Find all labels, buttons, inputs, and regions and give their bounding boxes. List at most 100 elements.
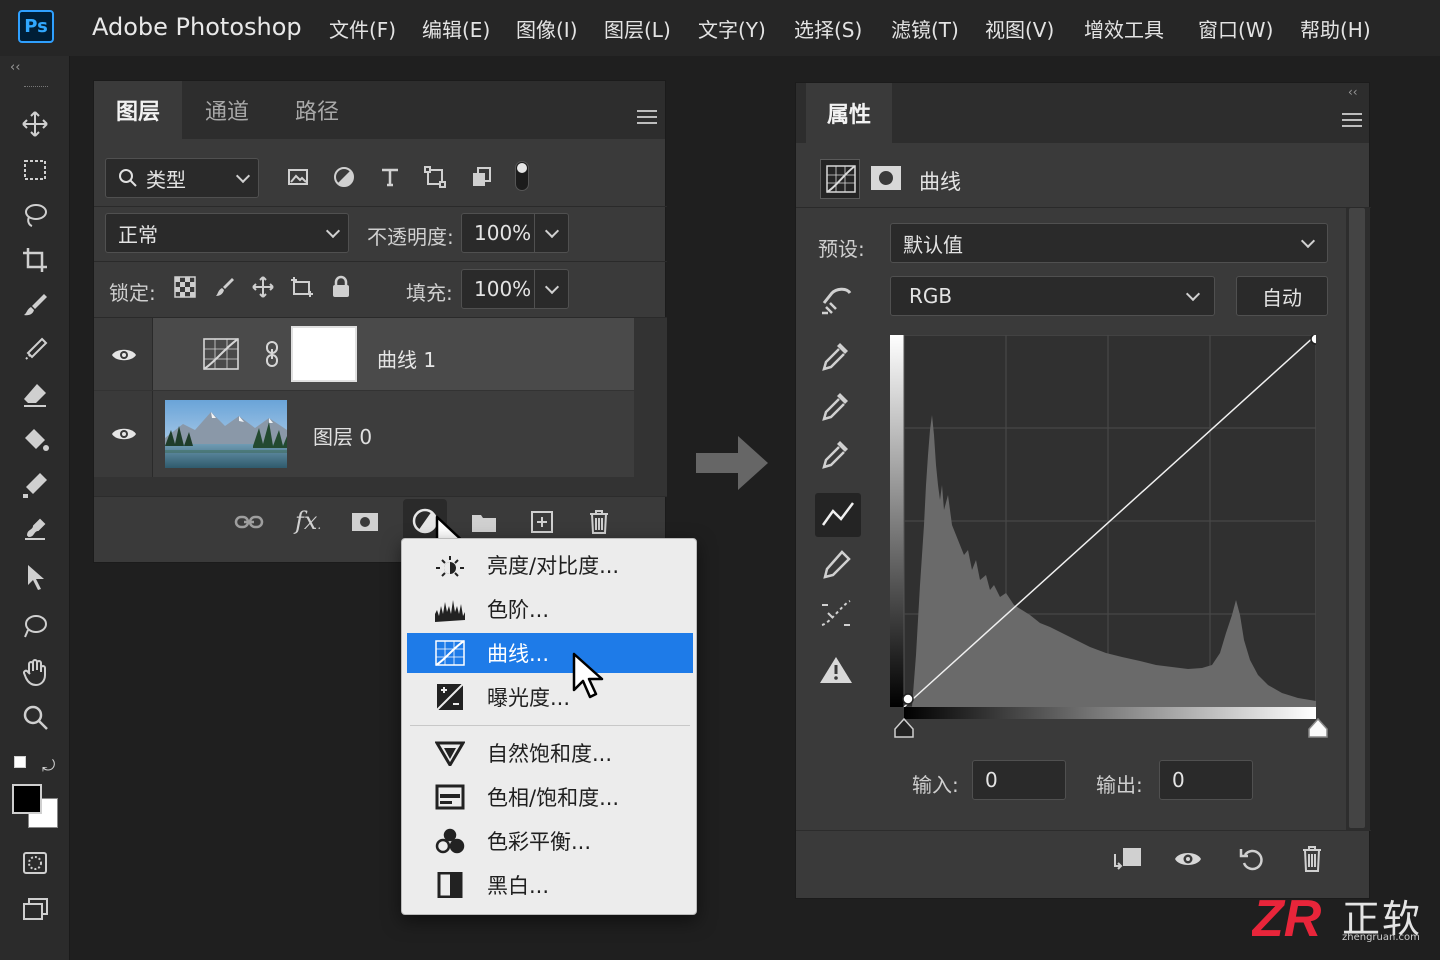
menu-item-black-white[interactable]: 黑白... <box>407 865 693 905</box>
eyedropper-white-icon[interactable] <box>820 437 852 473</box>
menu-item-exposure[interactable]: 曝光度... <box>407 677 693 717</box>
move-tool-icon[interactable] <box>16 106 54 142</box>
healing-brush-tool-icon[interactable] <box>16 332 54 368</box>
toolbar-collapse-button[interactable]: ‹‹ <box>10 60 20 75</box>
tab-properties[interactable]: 属性 <box>806 83 892 143</box>
pencil-draw-icon[interactable] <box>820 549 852 583</box>
layer-name[interactable]: 曲线 1 <box>377 344 436 373</box>
trash-icon[interactable] <box>1301 845 1323 873</box>
targeted-adjustment-icon[interactable] <box>820 283 856 317</box>
output-field[interactable]: 0 <box>1159 760 1253 800</box>
menu-window[interactable]: 窗口(W) <box>1198 14 1273 43</box>
layer-thumbnail-landscape[interactable] <box>165 400 287 468</box>
input-field[interactable]: 0 <box>972 760 1066 800</box>
swap-colors-icon[interactable]: ⤾ <box>42 756 55 776</box>
eyedropper-gray-icon[interactable] <box>820 389 852 425</box>
foreground-color-swatch[interactable] <box>12 784 42 814</box>
panel-menu-icon[interactable] <box>637 110 657 124</box>
curves-graph[interactable] <box>890 333 1322 708</box>
trash-icon[interactable] <box>588 509 610 535</box>
type-filter-icon[interactable] <box>378 165 402 189</box>
image-filter-icon[interactable] <box>286 165 310 189</box>
white-point-slider[interactable] <box>1306 717 1330 739</box>
menu-item-curves[interactable]: 曲线... <box>407 633 693 673</box>
visibility-icon[interactable] <box>1174 850 1202 868</box>
filter-toggle[interactable] <box>515 161 529 191</box>
stamp-tool-icon[interactable] <box>16 512 54 548</box>
gradient-tool-icon[interactable] <box>16 467 54 503</box>
brush-tool-icon[interactable] <box>16 287 54 323</box>
smooth-curve-icon[interactable] <box>820 599 852 629</box>
layer-filter-select[interactable]: 类型 <box>105 158 259 198</box>
menu-plugins[interactable]: 增效工具 <box>1084 14 1164 43</box>
tab-paths[interactable]: 路径 <box>272 81 362 139</box>
default-colors-icon[interactable] <box>14 756 26 768</box>
tab-channels[interactable]: 通道 <box>182 81 272 139</box>
path-selection-tool-icon[interactable] <box>16 559 54 595</box>
menu-select[interactable]: 选择(S) <box>794 14 862 43</box>
menu-filter[interactable]: 滤镜(T) <box>891 14 959 43</box>
lock-artboard-icon[interactable] <box>290 276 314 298</box>
warning-icon[interactable] <box>818 655 854 685</box>
hand-tool-icon[interactable] <box>16 654 54 690</box>
preset-value: 默认值 <box>903 232 963 257</box>
curves-adjustment-tab[interactable] <box>820 159 860 199</box>
menu-type[interactable]: 文字(Y) <box>698 14 766 43</box>
preset-select[interactable]: 默认值 <box>890 223 1328 263</box>
properties-scrollbar[interactable] <box>1346 208 1370 831</box>
reset-icon[interactable] <box>1238 845 1266 873</box>
panel-menu-icon[interactable] <box>1342 113 1362 127</box>
eraser-tool-icon[interactable] <box>16 377 54 413</box>
paint-bucket-tool-icon[interactable] <box>16 422 54 458</box>
edit-points-tool[interactable] <box>815 493 861 537</box>
menu-item-color-balance[interactable]: 色彩平衡... <box>407 821 693 861</box>
menu-layer[interactable]: 图层(L) <box>604 14 671 43</box>
smart-object-filter-icon[interactable] <box>469 165 493 189</box>
opacity-input[interactable]: 100% <box>461 213 569 253</box>
screen-mode-icon[interactable] <box>16 891 54 927</box>
lock-transparency-icon[interactable] <box>174 276 196 298</box>
lock-pixels-icon[interactable] <box>214 276 236 298</box>
mask-properties-icon[interactable] <box>870 165 902 191</box>
group-icon[interactable] <box>471 511 497 533</box>
zoom-tool-icon[interactable] <box>16 699 54 735</box>
curves-graph-canvas[interactable] <box>890 333 1322 708</box>
fx-icon[interactable]: fx. <box>295 507 321 535</box>
lasso-selection-icon[interactable] <box>16 608 54 644</box>
quick-mask-icon[interactable] <box>16 845 54 881</box>
eye-icon[interactable] <box>111 347 137 363</box>
eyedropper-black-icon[interactable] <box>820 339 852 375</box>
mask-icon[interactable] <box>351 511 379 533</box>
layer-row-image[interactable]: 图层 0 <box>94 391 634 477</box>
crop-tool-icon[interactable] <box>16 242 54 278</box>
clip-to-layer-icon[interactable] <box>1111 846 1143 872</box>
menu-item-levels[interactable]: 色阶... <box>407 589 693 629</box>
shape-filter-icon[interactable] <box>423 165 447 189</box>
layer-mask-thumbnail[interactable] <box>291 326 357 382</box>
menu-image[interactable]: 图像(I) <box>516 14 578 43</box>
layer-row-curves[interactable]: 曲线 1 <box>94 318 634 390</box>
layer-mask-link-icon[interactable] <box>264 340 280 368</box>
menu-help[interactable]: 帮助(H) <box>1300 14 1371 43</box>
auto-button[interactable]: 自动 <box>1236 276 1328 316</box>
fill-input[interactable]: 100% <box>461 269 569 309</box>
menu-file[interactable]: 文件(F) <box>329 14 396 43</box>
blend-mode-select[interactable]: 正常 <box>105 213 349 253</box>
new-layer-icon[interactable] <box>530 510 554 534</box>
menu-item-vibrance[interactable]: 自然饱和度... <box>407 733 693 773</box>
black-point-slider[interactable] <box>892 717 916 739</box>
eye-icon[interactable] <box>111 426 137 442</box>
menu-edit[interactable]: 编辑(E) <box>422 14 490 43</box>
menu-item-hue-saturation[interactable]: 色相/饱和度... <box>407 777 693 817</box>
link-icon[interactable] <box>234 511 264 533</box>
menu-view[interactable]: 视图(V) <box>985 14 1054 43</box>
lock-all-icon[interactable] <box>331 275 351 299</box>
lasso-tool-icon[interactable] <box>16 197 54 233</box>
lock-position-icon[interactable] <box>252 276 274 298</box>
layer-name[interactable]: 图层 0 <box>313 421 372 450</box>
tab-layers[interactable]: 图层 <box>94 81 182 139</box>
marquee-tool-icon[interactable] <box>16 152 54 188</box>
menu-item-brightness[interactable]: 亮度/对比度... <box>407 545 693 585</box>
adjustment-filter-icon[interactable] <box>332 165 356 189</box>
channel-select[interactable]: RGB <box>890 276 1215 316</box>
